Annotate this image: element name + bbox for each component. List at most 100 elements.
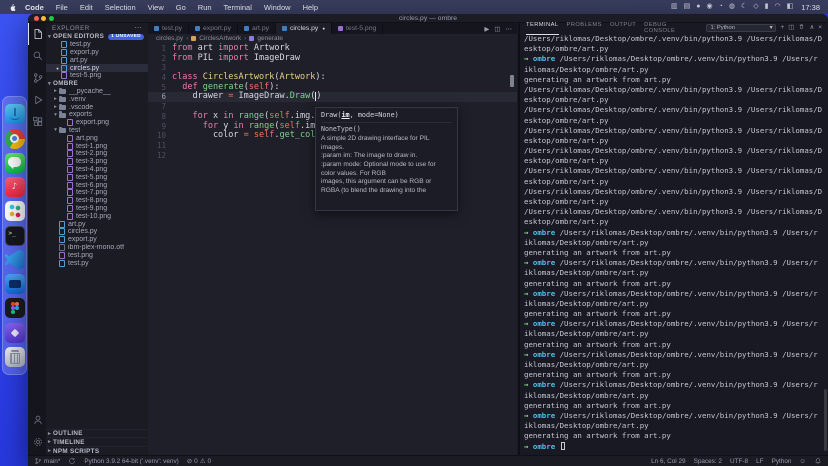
encoding-item[interactable]: UTF-8: [730, 458, 748, 465]
tree-item-test.py[interactable]: test.py: [46, 259, 148, 267]
split-terminal-button[interactable]: ◫: [788, 23, 794, 33]
apple-menu-icon[interactable]: [8, 3, 17, 12]
activity-bar-search[interactable]: [28, 45, 46, 67]
section-timeline[interactable]: ▸TIMELINE: [46, 437, 148, 446]
dock-icon-purple[interactable]: [5, 323, 25, 343]
maximize-panel-button[interactable]: ∧: [809, 23, 814, 33]
wifi-icon[interactable]: ◠: [774, 0, 780, 14]
tree-item-test-10.png[interactable]: test-10.png: [46, 212, 148, 220]
kill-terminal-button[interactable]: [798, 23, 805, 33]
split-editor-button[interactable]: ◫: [494, 25, 500, 33]
globe-icon[interactable]: ◍: [729, 0, 735, 14]
problems-item[interactable]: ⊘ 0 ⚠ 0: [187, 457, 211, 465]
indentation-item[interactable]: Spaces: 2: [694, 458, 722, 465]
dock-icon-vscode[interactable]: [5, 250, 25, 270]
dock-icon-messages[interactable]: [5, 153, 25, 173]
stats-icon[interactable]: ▥: [671, 0, 678, 14]
tab-circles.py[interactable]: circles.py●: [276, 23, 332, 34]
activity-bar-run-debug[interactable]: [28, 89, 46, 111]
screen-mirroring-icon[interactable]: ▤: [684, 0, 691, 14]
breadcrumb-item[interactable]: circles.py: [156, 35, 183, 42]
tree-item-test-7.png[interactable]: test-7.png: [46, 189, 148, 197]
run-python-file-button[interactable]: ▶: [484, 25, 489, 33]
tree-item-art.png[interactable]: art.png: [46, 134, 148, 142]
menu-item-help[interactable]: Help: [297, 3, 324, 12]
language-mode-item[interactable]: Python: [772, 458, 792, 465]
activity-bar-settings[interactable]: [28, 431, 46, 453]
menu-bar-clock[interactable]: 17:38: [801, 3, 820, 12]
menu-item-terminal[interactable]: Terminal: [218, 3, 258, 12]
tree-item-__pycache__[interactable]: ▸__pycache__: [46, 88, 148, 96]
workspace-root-header[interactable]: ▾OMBRE: [46, 80, 148, 88]
menu-item-code[interactable]: Code: [19, 3, 50, 12]
section-outline[interactable]: ▸OUTLINE: [46, 429, 148, 438]
git-branch-item[interactable]: main*: [34, 457, 60, 465]
menu-item-selection[interactable]: Selection: [99, 3, 142, 12]
tree-item-export.py[interactable]: export.py: [46, 236, 148, 244]
eol-item[interactable]: LF: [756, 458, 763, 465]
more-actions-button[interactable]: ⋯: [506, 25, 513, 33]
dock-icon-chrome[interactable]: [5, 129, 25, 149]
dock-icon-figma[interactable]: [5, 298, 25, 318]
open-editor-art.py[interactable]: art.py: [46, 56, 148, 64]
tree-item-.vscode[interactable]: ▸.vscode: [46, 103, 148, 111]
open-editors-header[interactable]: ▾OPEN EDITORS1 UNSAVED: [46, 33, 148, 41]
menu-item-view[interactable]: View: [142, 3, 170, 12]
sync-icon[interactable]: [68, 457, 76, 465]
breadcrumb-item[interactable]: generate: [257, 35, 283, 42]
chat-icon[interactable]: ●: [696, 0, 700, 14]
tree-item-test-8.png[interactable]: test-8.png: [46, 197, 148, 205]
tree-item-test-2.png[interactable]: test-2.png: [46, 150, 148, 158]
tree-item-art.py[interactable]: art.py: [46, 220, 148, 228]
menu-item-window[interactable]: Window: [258, 3, 297, 12]
notifications-bell-icon[interactable]: [814, 457, 822, 465]
dock-icon-slack[interactable]: [5, 201, 25, 221]
battery-icon[interactable]: ▮: [765, 0, 769, 14]
moon-icon[interactable]: ☾: [741, 0, 747, 14]
tab-export.py[interactable]: export.py: [189, 23, 238, 34]
explorer-more-actions-button[interactable]: ⋯: [135, 24, 143, 32]
tree-item-ibm-plex-mono.otf[interactable]: ibm-plex-mono.otf: [46, 244, 148, 252]
terminal-picker-dropdown[interactable]: 1: Python ▾: [706, 24, 776, 32]
terminal-content[interactable]: /Users/riklomas/Desktop/ombre/.venv/bin/…: [520, 33, 823, 455]
control-center-icon[interactable]: ◧: [787, 0, 794, 14]
dock-icon-blueapp[interactable]: [5, 274, 25, 294]
tab-test.py[interactable]: test.py: [148, 23, 189, 34]
tree-item-exports[interactable]: ▾exports: [46, 111, 148, 119]
tree-item-circles.py[interactable]: circles.py: [46, 228, 148, 236]
breadcrumb-item[interactable]: CirclesArtwork: [199, 35, 241, 42]
code-line-6[interactable]: 6 drawer = ImageDraw.Draw(): [148, 92, 517, 102]
activity-bar-extensions[interactable]: [28, 111, 46, 133]
tree-item-test[interactable]: ▾test: [46, 127, 148, 135]
open-editor-export.py[interactable]: export.py: [46, 49, 148, 57]
dock-icon-music[interactable]: ♪: [5, 177, 25, 197]
activity-bar-explorer[interactable]: [28, 23, 46, 45]
tab-art.py[interactable]: art.py: [238, 23, 276, 34]
tree-item-test-4.png[interactable]: test-4.png: [46, 166, 148, 174]
menu-item-run[interactable]: Run: [192, 3, 218, 12]
activity-bar-source-control[interactable]: [28, 67, 46, 89]
menu-item-go[interactable]: Go: [170, 3, 192, 12]
record-icon[interactable]: ◉: [707, 0, 713, 14]
code-line-2[interactable]: 2from PIL import ImageDraw: [148, 54, 517, 64]
open-editor-test-5.png[interactable]: test-5.png: [46, 72, 148, 80]
tree-item-test-9.png[interactable]: test-9.png: [46, 205, 148, 213]
open-editor-circles.py[interactable]: ●circles.py: [46, 64, 148, 72]
activity-bar-accounts[interactable]: [28, 409, 46, 431]
tree-item-test-1.png[interactable]: test-1.png: [46, 142, 148, 150]
tree-item-test-5.png[interactable]: test-5.png: [46, 173, 148, 181]
tree-item-test-6.png[interactable]: test-6.png: [46, 181, 148, 189]
dock-icon-finder[interactable]: [5, 104, 25, 124]
new-terminal-button[interactable]: +: [780, 23, 784, 33]
bluetooth-icon[interactable]: ◇: [753, 0, 758, 14]
tab-test-5.png[interactable]: test-5.png: [332, 23, 383, 34]
cursor-position-item[interactable]: Ln 6, Col 29: [651, 458, 685, 465]
open-editor-test.py[interactable]: test.py: [46, 41, 148, 49]
section-npm-scripts[interactable]: ▸NPM SCRIPTS: [46, 446, 148, 455]
menu-item-edit[interactable]: Edit: [74, 3, 99, 12]
python-interpreter-item[interactable]: Python 3.9.2 64-bit ('.venv': venv): [84, 458, 178, 465]
close-panel-button[interactable]: ×: [818, 23, 822, 33]
menu-item-file[interactable]: File: [50, 3, 74, 12]
tree-item-test-3.png[interactable]: test-3.png: [46, 158, 148, 166]
timer-icon[interactable]: ◔: [719, 0, 723, 14]
